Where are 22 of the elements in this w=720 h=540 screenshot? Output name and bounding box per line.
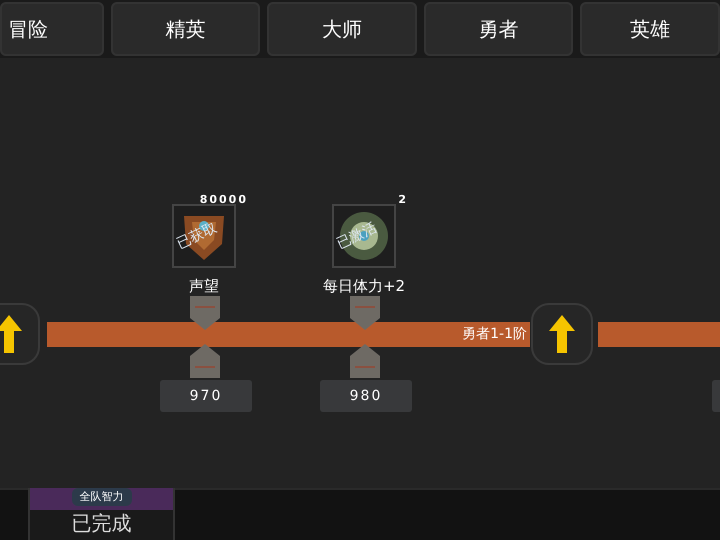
stamp-label: 已激活 [334,218,380,254]
value-box: 980 [320,380,412,412]
tab[interactable]: 精英 [111,2,260,56]
connector-icon [190,344,220,378]
task-card[interactable]: 全队智力 已完成 [28,488,175,540]
stamp-label: 已获取 [174,218,220,254]
connector-icon [350,344,380,378]
connector-icon [190,296,220,330]
reward-name: 声望 [188,276,220,297]
tab[interactable]: 勇者 [424,2,573,56]
tab[interactable]: 英雄 [580,2,720,56]
connector-icon [350,296,380,330]
up-arrow-icon [0,315,22,353]
tab[interactable]: 冒险 [0,2,104,56]
value-box: 970 [160,380,252,412]
status-text: 已完成 [72,510,132,536]
reward-count: 2 [397,192,408,208]
reward-name: 每日体力+2 [322,276,406,297]
attribute-tag: 全队智力 [72,488,132,506]
up-arrow-icon [549,315,575,353]
tab[interactable]: 大师 [267,2,417,56]
stage-label: 勇者1-1阶 [462,325,527,344]
